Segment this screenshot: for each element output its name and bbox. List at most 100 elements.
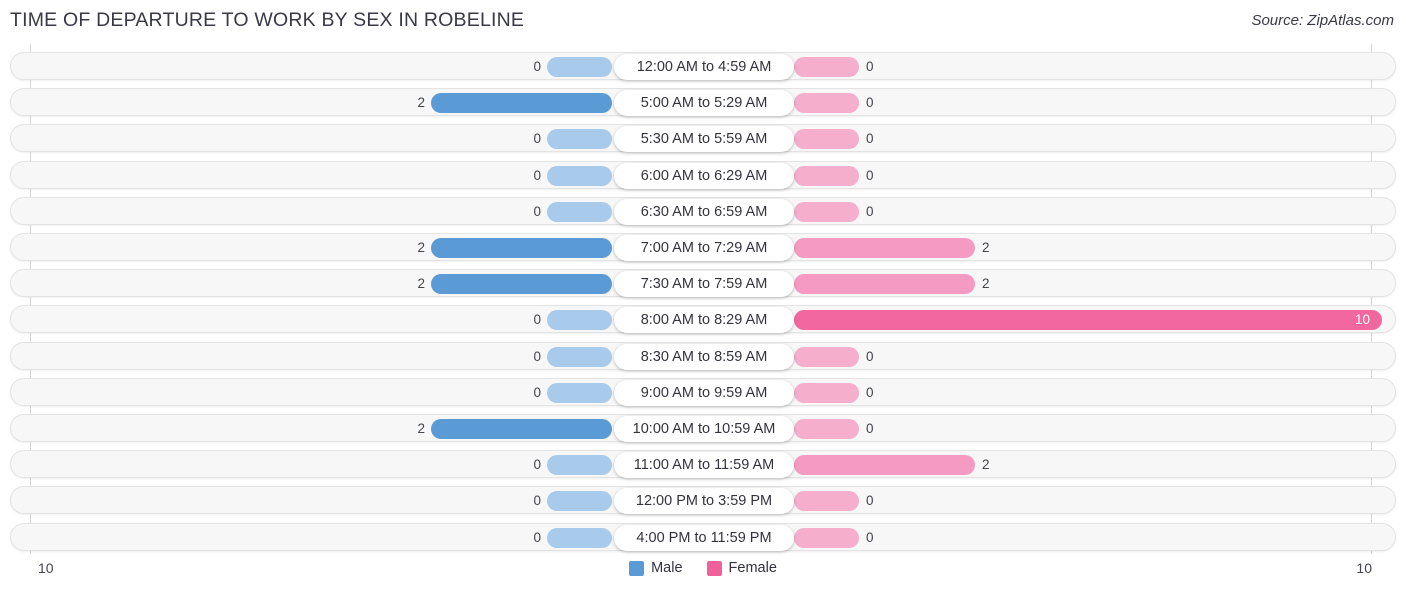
female-bar[interactable]: [794, 201, 859, 222]
male-value-label: 0: [533, 348, 541, 364]
chart-row-inner: 0 0 8:30 AM to 8:59 AM: [11, 343, 1395, 370]
chart-row-inner: 0 0 6:30 AM to 6:59 AM: [11, 198, 1395, 225]
chart-row[interactable]: 2 2 7:00 AM to 7:29 AM: [10, 233, 1396, 261]
female-value-label: 0: [866, 203, 874, 219]
category-label: 7:30 AM to 7:59 AM: [614, 271, 794, 298]
female-bar[interactable]: [794, 527, 859, 548]
chart-row[interactable]: 0 0 12:00 PM to 3:59 PM: [10, 486, 1396, 515]
male-bar[interactable]: [547, 165, 612, 186]
chart-row[interactable]: 0 0 5:30 AM to 5:59 AM: [10, 124, 1396, 153]
category-label: 9:00 AM to 9:59 AM: [614, 379, 794, 406]
legend-label: Female: [728, 560, 777, 576]
chart-row[interactable]: 2 2 7:30 AM to 7:59 AM: [10, 269, 1396, 298]
chart-row-inner: 0 0 12:00 PM to 3:59 PM: [11, 487, 1395, 515]
chart-legend: Male Female: [0, 560, 1406, 576]
chart-row-inner: 0 0 4:00 PM to 11:59 PM: [11, 524, 1395, 551]
female-value-label: 0: [866, 529, 874, 545]
chart-row[interactable]: 0 0 9:00 AM to 9:59 AM: [10, 377, 1396, 406]
male-bar[interactable]: [431, 93, 612, 114]
female-value-label: 0: [866, 384, 874, 400]
chart-row[interactable]: 0 0 6:00 AM to 6:29 AM: [10, 160, 1396, 189]
chart-row[interactable]: 0 10 8:00 AM to 8:29 AM: [10, 305, 1396, 334]
female-bar[interactable]: [794, 165, 859, 186]
female-bar[interactable]: [794, 57, 859, 77]
male-bar[interactable]: [547, 129, 612, 150]
square-swatch-icon: [629, 560, 645, 576]
source-attribution: Source: ZipAtlas.com: [1251, 12, 1394, 29]
male-value-label: 0: [533, 167, 541, 183]
legend-item[interactable]: Male: [629, 560, 683, 576]
male-bar[interactable]: [547, 527, 612, 548]
female-value-label: 2: [982, 276, 990, 292]
category-label: 5:30 AM to 5:59 AM: [614, 126, 794, 153]
legend-label: Male: [651, 560, 683, 576]
chart-row-inner: 2 0 5:00 AM to 5:29 AM: [11, 89, 1395, 117]
category-label: 12:00 PM to 3:59 PM: [614, 488, 794, 515]
female-bar[interactable]: [794, 419, 859, 439]
legend-item[interactable]: Female: [706, 560, 777, 576]
female-bar[interactable]: [794, 93, 859, 114]
male-bar[interactable]: [547, 57, 612, 77]
chart-row-inner: 0 2 11:00 AM to 11:59 AM: [11, 451, 1395, 479]
male-value-label: 0: [533, 203, 541, 219]
female-value-label: 0: [866, 59, 874, 74]
male-value-label: 0: [533, 59, 541, 74]
male-bar[interactable]: [431, 419, 612, 439]
male-value-label: 0: [533, 529, 541, 545]
chart-row[interactable]: 0 0 6:30 AM to 6:59 AM: [10, 196, 1396, 225]
female-value-label: 0: [866, 493, 874, 509]
female-value-label: 2: [982, 457, 990, 473]
male-bar[interactable]: [431, 274, 612, 295]
chart-row[interactable]: 0 2 11:00 AM to 11:59 AM: [10, 450, 1396, 479]
male-value-label: 2: [417, 276, 425, 292]
chart-row[interactable]: 0 0 12:00 AM to 4:59 AM: [10, 52, 1396, 80]
male-value-label: 0: [533, 312, 541, 328]
female-bar[interactable]: [794, 346, 859, 367]
category-label: 12:00 AM to 4:59 AM: [614, 54, 794, 80]
male-bar[interactable]: [547, 455, 612, 476]
male-bar[interactable]: [547, 382, 612, 403]
category-label: 8:30 AM to 8:59 AM: [614, 343, 794, 370]
male-bar[interactable]: [547, 346, 612, 367]
chart-row-inner: 0 10 8:00 AM to 8:29 AM: [11, 306, 1395, 334]
male-bar[interactable]: [431, 238, 612, 258]
category-label: 6:00 AM to 6:29 AM: [614, 162, 794, 189]
male-bar[interactable]: [547, 310, 612, 331]
chart-row[interactable]: 0 0 4:00 PM to 11:59 PM: [10, 522, 1396, 551]
male-value-label: 2: [417, 421, 425, 436]
male-value-label: 0: [533, 384, 541, 400]
male-value-label: 0: [533, 457, 541, 473]
female-value-label: 0: [866, 421, 874, 436]
male-value-label: 2: [417, 95, 425, 111]
female-bar[interactable]: [794, 274, 975, 295]
page-title: TIME OF DEPARTURE TO WORK BY SEX IN ROBE…: [10, 9, 525, 31]
female-value-label: 0: [866, 131, 874, 147]
male-bar[interactable]: [547, 491, 612, 512]
female-value-label: 0: [866, 167, 874, 183]
chart-row[interactable]: 2 0 10:00 AM to 10:59 AM: [10, 414, 1396, 442]
female-value-label: 0: [866, 95, 874, 111]
female-bar[interactable]: [794, 129, 859, 150]
chart-row-inner: 0 0 5:30 AM to 5:59 AM: [11, 125, 1395, 153]
category-label: 11:00 AM to 11:59 AM: [614, 452, 794, 479]
chart-row-inner: 2 0 10:00 AM to 10:59 AM: [11, 415, 1395, 442]
female-bar[interactable]: [794, 382, 859, 403]
chart-row-inner: 2 2 7:00 AM to 7:29 AM: [11, 234, 1395, 261]
female-bar[interactable]: [794, 455, 975, 476]
category-label: 8:00 AM to 8:29 AM: [614, 307, 794, 334]
female-value-label: 10: [1354, 312, 1370, 328]
male-bar[interactable]: [547, 201, 612, 222]
category-label: 6:30 AM to 6:59 AM: [614, 198, 794, 225]
female-value-label: 2: [982, 240, 990, 255]
chart-row-inner: 2 2 7:30 AM to 7:59 AM: [11, 270, 1395, 298]
male-value-label: 0: [533, 131, 541, 147]
male-value-label: 0: [533, 493, 541, 509]
category-label: 4:00 PM to 11:59 PM: [614, 524, 794, 551]
chart-plot-area: 0 0 12:00 AM to 4:59 AM 2 0 5:00 AM to 5:29 A…: [0, 44, 1406, 554]
female-bar[interactable]: [794, 238, 975, 258]
chart-row[interactable]: 0 0 8:30 AM to 8:59 AM: [10, 341, 1396, 370]
category-label: 10:00 AM to 10:59 AM: [614, 416, 794, 442]
female-value-label: 0: [866, 348, 874, 364]
chart-row[interactable]: 2 0 5:00 AM to 5:29 AM: [10, 88, 1396, 117]
female-bar[interactable]: [794, 491, 859, 512]
